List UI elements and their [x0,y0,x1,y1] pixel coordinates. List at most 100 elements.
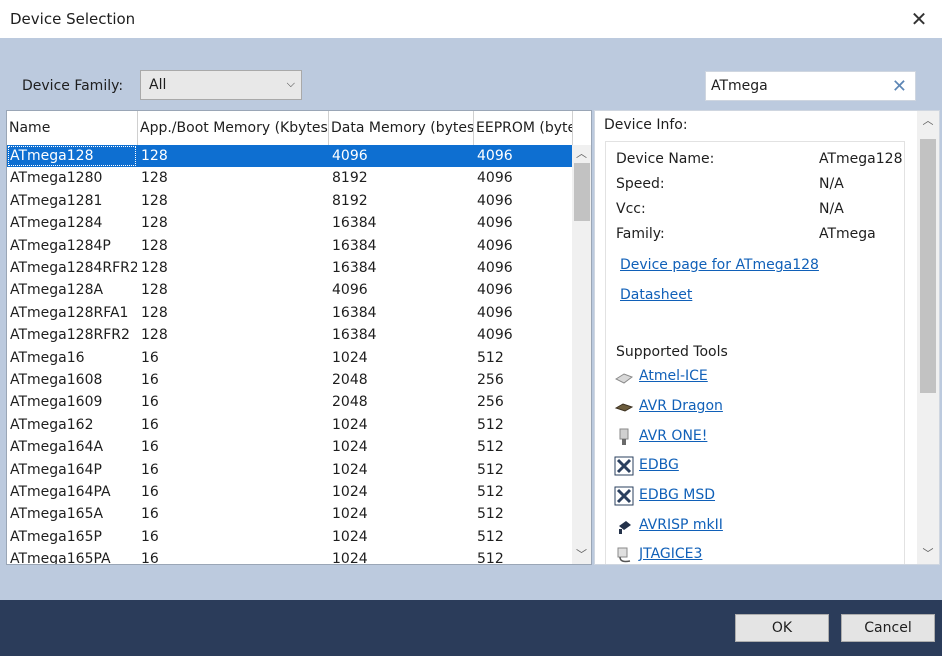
device-info-title: Device Info: [604,117,688,133]
table-cell: 16 [141,372,159,388]
table-cell: 4096 [477,148,513,164]
tool-label: JTAGICE3 [639,546,703,562]
avr-one-icon [619,428,629,445]
table-cell: 1024 [332,528,368,545]
close-icon[interactable]: ✕ [896,0,942,38]
datasheet-link[interactable]: Datasheet [620,287,692,303]
table-row[interactable]: ATmega1284 128 16384 4096 [7,212,573,234]
tool-label: AVR Dragon [639,398,723,414]
table-row[interactable]: ATmega164P 16 1024 512 [7,459,573,481]
table-cell: 256 [477,394,504,411]
table-cell: 4096 [477,260,513,276]
scroll-up-icon[interactable]: ︿ [917,111,939,131]
table-cell: 512 [477,349,504,366]
table-row[interactable]: ATmega165P 16 1024 512 [7,526,573,548]
table-cell: 16 [141,439,159,456]
table-cell: 128 [141,170,168,187]
device-family-label: Device Family: [22,78,124,94]
ok-button[interactable]: OK [735,614,829,642]
table-cell: 128 [141,260,168,276]
table-cell: ATmega164PA [10,484,111,500]
table-row[interactable]: ATmega128 128 4096 4096 [7,145,573,168]
table-cell: 512 [477,484,504,500]
vcc-label: Vcc: [616,201,646,217]
vcc-value: N/A [819,201,844,217]
supported-tools-title: Supported Tools [616,344,728,360]
search-box: ✕ [705,71,916,101]
table-cell: 16 [141,394,159,411]
table-cell: ATmega128RFA1 [10,304,129,321]
grid-scrollbar-thumb[interactable] [574,163,590,221]
scroll-up-icon[interactable]: ︿ [572,145,591,163]
table-cell: ATmega165P [10,528,102,545]
table-cell: 1024 [332,484,368,500]
table-cell: 256 [477,372,504,388]
table-cell: 4096 [477,327,513,344]
atmel-ice-icon [614,373,634,384]
device-name-label: Device Name: [616,151,715,167]
device-family-value: All [149,77,167,93]
table-cell: 16 [141,506,159,523]
column-header-data-memory[interactable]: Data Memory (bytes) [329,111,474,145]
table-row[interactable]: ATmega128A 128 4096 4096 [7,279,573,301]
device-grid: Name App./Boot Memory (Kbytes) Data Memo… [6,110,592,565]
table-cell: 16 [141,416,159,433]
table-cell: ATmega1609 [10,394,103,411]
table-row[interactable]: ATmega1284P 128 16384 4096 [7,235,573,257]
scroll-down-icon[interactable]: ﹀ [572,546,591,564]
speed-label: Speed: [616,176,665,192]
table-cell: 128 [141,304,168,321]
search-input[interactable] [711,77,886,95]
table-cell: 1024 [332,461,368,478]
table-row[interactable]: ATmega1280 128 8192 4096 [7,167,573,189]
device-family-dropdown[interactable]: All ⌵ [140,70,302,100]
column-header-app-boot-memory[interactable]: App./Boot Memory (Kbytes) [138,111,329,145]
table-cell: 4096 [477,237,513,254]
table-row[interactable]: ATmega165PA 16 1024 512 [7,548,573,565]
table-cell: 1024 [332,551,368,565]
table-row[interactable]: ATmega1281 128 8192 4096 [7,190,573,212]
table-row[interactable]: ATmega1284RFR2 128 16384 4096 [7,257,573,279]
edbg-icon [614,456,634,476]
table-row[interactable]: ATmega164PA 16 1024 512 [7,481,573,503]
table-cell: 1024 [332,506,368,523]
tool-label: EDBG [639,457,679,473]
table-cell: ATmega1284 [10,215,103,232]
table-row[interactable]: ATmega164A 16 1024 512 [7,436,573,458]
table-cell: 4096 [477,304,513,321]
table-row[interactable]: ATmega165A 16 1024 512 [7,503,573,525]
table-cell: 16384 [332,327,377,344]
table-cell: ATmega1280 [10,170,103,187]
clear-search-icon[interactable]: ✕ [892,76,907,97]
table-row[interactable]: ATmega128RFR2 128 16384 4096 [7,324,573,346]
column-header-eeprom[interactable]: EEPROM (byte [474,111,573,145]
table-cell: ATmega164A [10,439,104,456]
table-cell: 4096 [477,192,513,209]
table-row[interactable]: ATmega128RFA1 128 16384 4096 [7,302,573,324]
table-cell: 128 [141,192,168,209]
column-header-name[interactable]: Name [7,111,138,145]
table-cell: 16 [141,528,159,545]
table-cell: ATmega164P [10,461,102,478]
table-cell: 128 [141,237,168,254]
info-scrollbar-thumb[interactable] [920,139,936,393]
family-value: ATmega [819,226,876,242]
scroll-down-icon[interactable]: ﹀ [917,544,939,564]
title-bar: Device Selection ✕ [0,0,942,38]
table-cell: 128 [141,215,168,232]
table-cell: 128 [141,327,168,344]
device-page-link[interactable]: Device page for ATmega128 [620,257,819,273]
table-row[interactable]: ATmega1609 16 2048 256 [7,391,573,413]
table-row[interactable]: ATmega16 16 1024 512 [7,347,573,369]
table-cell: 16384 [332,260,377,276]
table-row[interactable]: ATmega162 16 1024 512 [7,414,573,436]
family-label: Family: [616,226,665,242]
grid-scrollbar[interactable]: ︿ ﹀ [572,145,591,564]
table-cell: ATmega165A [10,506,104,523]
info-scrollbar[interactable]: ︿ ﹀ [917,111,939,564]
table-cell: ATmega128RFR2 [10,327,130,344]
cancel-button[interactable]: Cancel [841,614,935,642]
table-row[interactable]: ATmega1608 16 2048 256 [7,369,573,391]
table-cell: 4096 [477,215,513,232]
table-cell: ATmega1284P [10,237,111,254]
